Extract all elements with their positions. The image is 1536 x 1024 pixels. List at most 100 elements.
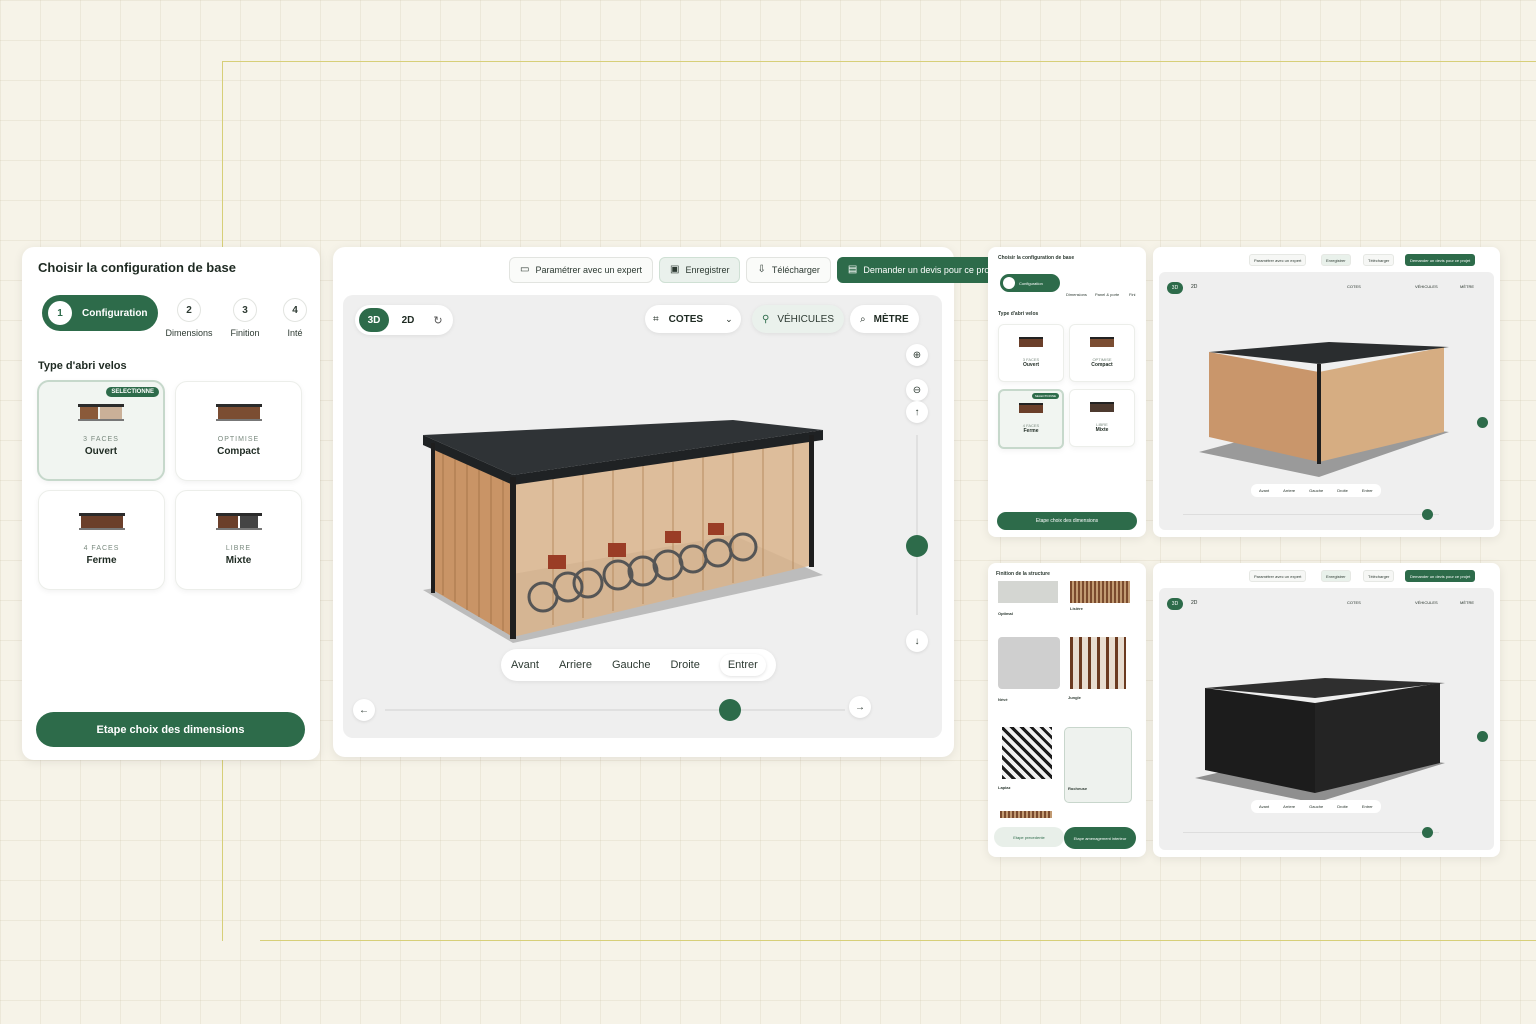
mini-card-ferme[interactable]: SELECTIONNE 4 FACES Ferme: [998, 389, 1064, 449]
quote-button[interactable]: ▤ Demander un devis pour ce projet: [836, 257, 1010, 283]
mini-step-panel[interactable]: Panel & porte: [1095, 292, 1119, 297]
view-gauche[interactable]: Gauche: [612, 659, 651, 671]
mini2-mode-3d[interactable]: 3D: [1167, 598, 1183, 610]
vehicules-toggle[interactable]: ⚲ VÉHICULES: [752, 305, 845, 333]
step-interieur[interactable]: 4 Inté: [282, 298, 308, 338]
mini-card-ouvert[interactable]: 3 FACES Ouvert: [998, 324, 1064, 382]
zoom-out-icon[interactable]: ⊖: [906, 379, 928, 401]
finish-swatch-jungle[interactable]: [1070, 637, 1126, 689]
mini-view-entrer[interactable]: Entrer: [1362, 488, 1373, 493]
finish-swatch-optimal[interactable]: [998, 581, 1058, 603]
finish-swatch-lisiere[interactable]: [1070, 581, 1130, 603]
mini-mode-2d[interactable]: 2D: [1191, 284, 1197, 290]
config-panel: Choisir la configuration de base 1 Confi…: [22, 247, 320, 760]
mini-card-compact[interactable]: OPTIMISE Compact: [1069, 324, 1135, 382]
mini-view-avant[interactable]: Avant: [1259, 488, 1269, 493]
mini-step-active[interactable]: Configuration: [1000, 274, 1060, 292]
mini-download-button[interactable]: Télécharger: [1363, 254, 1395, 266]
arrow-up-icon[interactable]: ↑: [906, 401, 928, 423]
quote-label: Demander un devis pour ce projet: [863, 265, 999, 275]
view-avant[interactable]: Avant: [511, 659, 539, 671]
step-active[interactable]: 1 Configuration: [42, 295, 158, 331]
mini2-slider-track[interactable]: [1183, 832, 1439, 833]
mini-view-gauche[interactable]: Gauche: [1309, 488, 1323, 493]
save-button[interactable]: ▣ Enregistrer: [659, 257, 741, 283]
arrow-down-icon[interactable]: ↓: [906, 630, 928, 652]
card-ferme[interactable]: 4 FACES Ferme: [38, 490, 165, 590]
mini-card-name: Ferme: [1023, 428, 1039, 434]
mini2-vehicules[interactable]: VÉHICULES: [1415, 600, 1438, 605]
expert-icon: ▭: [520, 264, 530, 275]
metre-toggle[interactable]: ⌕ MÈTRE: [850, 305, 919, 333]
mini-selected-badge: SELECTIONNE: [1031, 393, 1059, 399]
mini2-metre[interactable]: MÈTRE: [1460, 600, 1474, 605]
step-dimensions[interactable]: 2 Dimensions: [164, 298, 214, 338]
card-ouvert[interactable]: SELECTIONNE 3 FACES Ouvert: [37, 380, 165, 481]
mini2-expert-button[interactable]: Paramétrer avec un expert: [1249, 570, 1307, 582]
card-mixte[interactable]: LIBRE Mixte: [175, 490, 302, 590]
cotes-dropdown[interactable]: ⌗ COTES ⌄: [645, 305, 741, 333]
mini2-slider-thumb[interactable]: [1422, 827, 1433, 838]
zoom-in-icon[interactable]: ⊕: [906, 344, 928, 366]
viewport[interactable]: 3D 2D ↻ ⌗ COTES ⌄ ⚲ VÉHICULES ⌕ MÈTRE ⊕ …: [343, 295, 942, 738]
download-button[interactable]: ⇩ Télécharger: [746, 257, 831, 283]
mini2-cotes[interactable]: COTES: [1347, 600, 1361, 605]
mini2-view-avant[interactable]: Avant: [1259, 804, 1269, 809]
mini-vertical-thumb[interactable]: [1477, 417, 1488, 428]
mini2-quote-button[interactable]: Demander un devis pour ce projet: [1405, 570, 1476, 582]
mini-view-arriere[interactable]: Arriere: [1283, 488, 1295, 493]
view-arriere[interactable]: Arriere: [559, 659, 592, 671]
metre-label: MÈTRE: [873, 313, 909, 325]
mini-step-dimensions[interactable]: Dimensions: [1066, 292, 1087, 297]
mini-expert-button[interactable]: Paramétrer avec un expert: [1249, 254, 1307, 266]
mini-next-button[interactable]: Etape choix des dimensions: [997, 512, 1137, 530]
mode-2d-button[interactable]: 2D: [393, 315, 423, 326]
mini-quote-button[interactable]: Demander un devis pour ce projet: [1405, 254, 1476, 266]
arrow-right-icon[interactable]: →: [849, 696, 871, 718]
horizontal-slider-thumb[interactable]: [719, 699, 741, 721]
selected-badge: SELECTIONNE: [106, 387, 159, 397]
next-step-button[interactable]: Etape choix des dimensions: [36, 712, 305, 747]
mini-card-mixte[interactable]: LIBRE Mixte: [1069, 389, 1135, 447]
mini-slider-thumb[interactable]: [1422, 509, 1433, 520]
mini-mode-3d[interactable]: 3D: [1167, 282, 1183, 294]
mini2-view-droite[interactable]: Droite: [1337, 804, 1348, 809]
mini-cotes[interactable]: COTES: [1347, 284, 1361, 289]
mini2-mode-2d[interactable]: 2D: [1191, 600, 1197, 606]
mini2-view-arriere[interactable]: Arriere: [1283, 804, 1295, 809]
vehicules-label: VÉHICULES: [777, 313, 835, 325]
horizontal-slider-track[interactable]: [385, 709, 845, 711]
card-compact[interactable]: OPTIMISE Compact: [175, 381, 302, 481]
mini-slider-track[interactable]: [1183, 514, 1439, 515]
mini-metre[interactable]: MÈTRE: [1460, 284, 1474, 289]
step-number: 2: [177, 298, 201, 322]
reset-icon[interactable]: ↻: [427, 314, 449, 327]
finish-swatch-neve[interactable]: [998, 637, 1060, 689]
viewer-panel: ▭ Paramétrer avec un expert ▣ Enregistrer …: [333, 247, 1010, 757]
mini-viewport[interactable]: 3D 2D COTES VÉHICULES MÈTRE Avant Arrier…: [1159, 272, 1494, 530]
view-droite[interactable]: Droite: [670, 659, 699, 671]
mini2-viewport[interactable]: 3D 2D COTES VÉHICULES MÈTRE Avant Arrier…: [1159, 588, 1494, 850]
finish-name-lapiaz: Lapiaz: [998, 785, 1011, 790]
mini-vehicules[interactable]: VÉHICULES: [1415, 284, 1438, 289]
vertical-slider-track[interactable]: [916, 435, 918, 615]
view-entrer[interactable]: Entrer: [719, 654, 766, 676]
mini2-save-button[interactable]: Enregistrer: [1321, 570, 1351, 582]
mini-step-finition[interactable]: Fini: [1129, 292, 1135, 297]
mini2-vertical-thumb[interactable]: [1477, 731, 1488, 742]
card-name: Ouvert: [84, 446, 118, 457]
mini2-view-entrer[interactable]: Entrer: [1362, 804, 1373, 809]
finish-swatch-rocheuse[interactable]: [1064, 727, 1132, 803]
mini-view-droite[interactable]: Droite: [1337, 488, 1348, 493]
vertical-slider-thumb[interactable]: [906, 535, 928, 557]
mini2-view-gauche[interactable]: Gauche: [1309, 804, 1323, 809]
arrow-left-icon[interactable]: ←: [353, 699, 375, 721]
mini2-download-button[interactable]: Télécharger: [1363, 570, 1395, 582]
mode-3d-button[interactable]: 3D: [359, 308, 389, 332]
finish-swatch-lapiaz[interactable]: [1002, 727, 1052, 779]
expert-button[interactable]: ▭ Paramétrer avec un expert: [509, 257, 654, 283]
mini-save-button[interactable]: Enregistrer: [1321, 254, 1351, 266]
mini-next-interior-button[interactable]: Etape amenagement interieur: [1064, 827, 1136, 849]
mini-prev-button[interactable]: Etape precedente: [994, 827, 1064, 847]
step-finition[interactable]: 3 Finition: [224, 298, 266, 338]
